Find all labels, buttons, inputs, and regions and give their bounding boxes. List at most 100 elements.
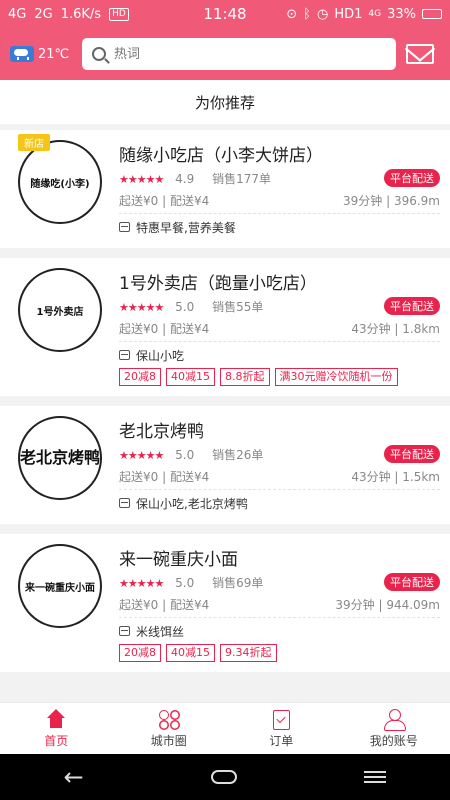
platform-delivery-badge: 平台配送 [384,297,440,315]
temperature: 21℃ [38,46,70,62]
rating-stars: ★★★★★ [119,172,164,186]
platform-delivery-badge: 平台配送 [384,169,440,187]
shop-list: 新店 随缘吃(小李) 随缘小吃店（小李大饼店） ★★★★★ 4.9 销售177单… [0,130,450,682]
system-nav-bar: ← [0,754,450,800]
delivery-fees: 起送¥0 | 配送¥4 [119,322,210,336]
bottom-nav: 首页 城市圈 订单 我的账号 [0,702,450,754]
promo-tag: 20减8 [119,368,161,386]
new-shop-tag: 新店 [18,134,50,151]
shop-name[interactable]: 老北京烤鸭 [119,417,204,442]
alarm-icon: ◷ [316,6,329,22]
shop-name[interactable]: 1号外卖店（跑量小吃店） [119,269,317,294]
promo-tag: 20减8 [119,644,161,662]
search-icon [92,47,106,61]
delivery-fees: 起送¥0 | 配送¥4 [119,598,210,612]
nav-account-label: 我的账号 [369,733,418,748]
rating-score: 5.0 [175,447,195,462]
promo-tag: 9.34折起 [220,644,277,662]
shop-card[interactable]: 来一碗重庆小面 来一碗重庆小面 ★★★★★ 5.0 销售69单 平台配送 起送¥… [0,534,450,672]
status-right: ⊙ ᛒ ◷ HD1 4G 33% [262,7,442,22]
menu-icon[interactable] [364,771,387,783]
weather-rain-icon [10,46,34,62]
sales-count: 销售177单 [212,171,271,186]
section-title: 为你推荐 [0,80,450,124]
promo-tags: 20减8 40减15 9.34折起 [119,644,440,664]
rating-score: 5.0 [175,299,195,314]
nav-city[interactable]: 城市圈 [113,703,226,754]
sales-count: 销售26单 [212,447,264,462]
promo-tag: 40减15 [166,644,215,662]
time-distance: 43分钟 | 1.8km [351,322,440,336]
shop-name[interactable]: 随缘小吃店（小李大饼店） [119,141,323,166]
status-left: 4G 2G 1.6K/s HD [8,7,188,22]
hd-box: HD [109,7,129,21]
nav-home-label: 首页 [44,733,69,748]
category-icon [119,350,130,360]
mail-icon[interactable] [406,44,434,64]
shop-logo: 1号外卖店 [18,268,102,352]
shop-name[interactable]: 来一碗重庆小面 [119,545,238,570]
order-icon [270,709,292,730]
status-bar: 4G 2G 1.6K/s HD 11:48 ⊙ ᛒ ◷ HD1 4G 33% [0,0,450,28]
nav-city-label: 城市圈 [150,733,187,748]
platform-delivery-badge: 平台配送 [384,445,440,463]
shop-card[interactable]: 老北京烤鸭 老北京烤鸭 ★★★★★ 5.0 销售26单 平台配送 起送¥0 | … [0,406,450,524]
network-1: 4G [8,6,27,22]
sales-count: 销售69单 [212,575,264,590]
delivery-fees: 起送¥0 | 配送¥4 [119,470,210,484]
shop-categories: 保山小吃,老北京烤鸭 [136,496,248,511]
network-speed: 1.6K/s [60,6,102,22]
shop-card[interactable]: 1号外卖店 1号外卖店（跑量小吃店） ★★★★★ 5.0 销售55单 平台配送 … [0,258,450,396]
status-time: 11:48 [203,5,247,23]
category-icon [119,498,130,508]
rating-stars: ★★★★★ [119,576,164,590]
battery-icon [422,9,442,19]
rating-score: 4.9 [175,171,195,186]
battery-text: 33% [387,6,416,22]
time-distance: 43分钟 | 1.5km [351,470,440,484]
promo-tags: 20减8 40减15 8.8折起 满30元赠冷饮随机一份 [119,368,440,388]
shop-categories: 保山小吃 [136,348,185,363]
shop-info: 1号外卖店（跑量小吃店） ★★★★★ 5.0 销售55单 平台配送 起送¥0 |… [119,266,440,388]
promo-tag: 8.8折起 [220,368,270,386]
platform-delivery-badge: 平台配送 [384,573,440,591]
nav-orders[interactable]: 订单 [225,703,338,754]
shop-info: 随缘小吃店（小李大饼店） ★★★★★ 4.9 销售177单 平台配送 起送¥0 … [119,138,440,240]
rating-stars: ★★★★★ [119,300,164,314]
nav-orders-label: 订单 [269,733,294,748]
nav-account[interactable]: 我的账号 [338,703,450,754]
time-distance: 39分钟 | 944.09m [335,598,440,612]
back-icon[interactable]: ← [64,763,84,791]
shop-categories: 特惠早餐,营养美餐 [136,220,236,235]
header: 21℃ [0,28,450,80]
promo-tag: 满30元赠冷饮随机一份 [274,368,398,386]
promo-tag: 40减15 [166,368,215,386]
shop-logo: 来一碗重庆小面 [18,544,102,628]
bluetooth-icon: ᛒ [303,6,311,22]
lte-label: 4G [368,9,382,19]
shop-card[interactable]: 新店 随缘吃(小李) 随缘小吃店（小李大饼店） ★★★★★ 4.9 销售177单… [0,130,450,248]
sales-count: 销售55单 [212,299,264,314]
city-circle-icon [158,709,180,729]
search-input[interactable] [114,46,374,62]
hd1-label: HD1 [334,6,363,22]
shop-logo: 老北京烤鸭 [18,416,102,500]
nav-home[interactable]: 首页 [0,703,113,754]
location-icon: ⊙ [286,6,298,22]
home-button-icon[interactable] [211,770,238,784]
category-icon [119,626,130,636]
shop-info: 老北京烤鸭 ★★★★★ 5.0 销售26单 平台配送 起送¥0 | 配送¥4 4… [119,414,440,516]
user-icon [383,708,406,731]
shop-info: 来一碗重庆小面 ★★★★★ 5.0 销售69单 平台配送 起送¥0 | 配送¥4… [119,542,440,664]
weather[interactable]: 21℃ [10,46,82,62]
shop-logo: 随缘吃(小李) [18,140,102,224]
home-icon [45,708,67,729]
network-2: 2G [34,6,53,22]
search-box[interactable] [82,38,396,70]
shop-categories: 米线饵丝 [136,624,185,639]
rating-score: 5.0 [175,575,195,590]
category-icon [119,222,130,232]
delivery-fees: 起送¥0 | 配送¥4 [119,194,210,208]
rating-stars: ★★★★★ [119,448,164,462]
time-distance: 39分钟 | 396.9m [343,194,440,208]
